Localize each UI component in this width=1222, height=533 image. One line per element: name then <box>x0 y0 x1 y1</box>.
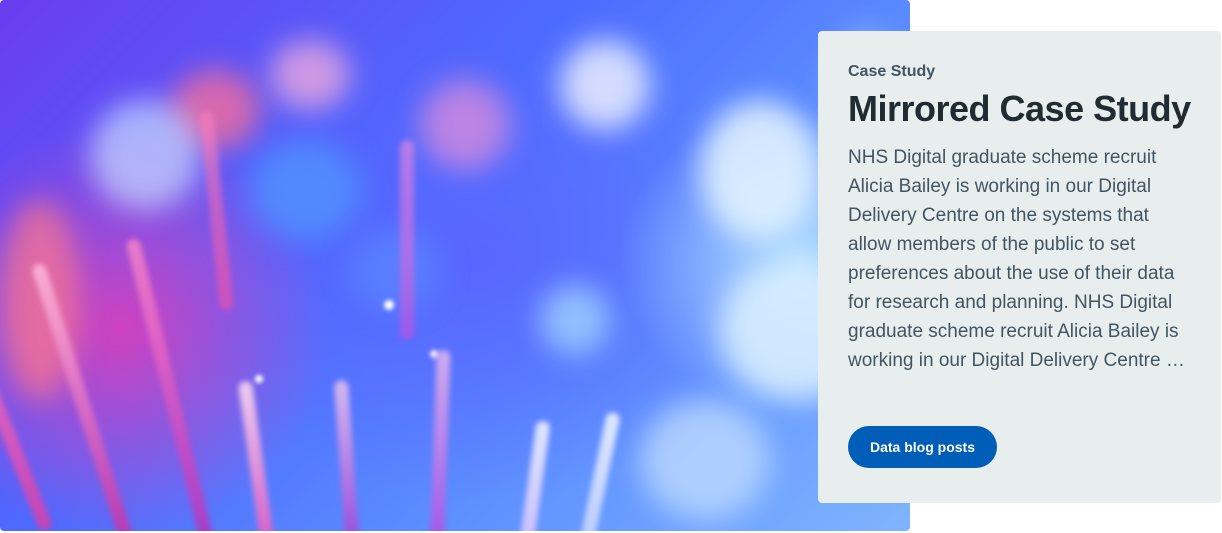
case-study-section: Case Study Mirrored Case Study NHS Digit… <box>0 0 1222 533</box>
fibre-optic-lights-image <box>0 0 910 531</box>
bokeh-light <box>420 80 510 170</box>
fibre-strand <box>237 380 274 531</box>
bokeh-light <box>560 40 650 130</box>
light-point <box>255 375 263 383</box>
fibre-strand <box>430 349 451 531</box>
case-study-card: Case Study Mirrored Case Study NHS Digit… <box>818 31 1221 503</box>
fibre-strand <box>400 140 414 340</box>
bokeh-light <box>250 140 360 240</box>
card-eyebrow: Case Study <box>848 63 936 80</box>
bokeh-light <box>540 285 610 355</box>
bokeh-light <box>700 100 820 240</box>
bokeh-light <box>270 40 350 110</box>
fibre-strand <box>580 411 621 531</box>
light-point <box>430 350 438 358</box>
bokeh-light <box>350 230 440 310</box>
bokeh-light <box>640 400 770 520</box>
fibre-strand <box>520 420 551 531</box>
fibre-strand <box>125 237 214 531</box>
light-point <box>384 300 394 310</box>
card-description: NHS Digital graduate scheme recruit Alic… <box>848 147 1187 371</box>
data-blog-posts-button[interactable]: Data blog posts <box>848 426 998 468</box>
fibre-strand <box>333 379 359 531</box>
bokeh-light <box>90 100 200 210</box>
card-title: Mirrored Case Study <box>848 88 1191 129</box>
